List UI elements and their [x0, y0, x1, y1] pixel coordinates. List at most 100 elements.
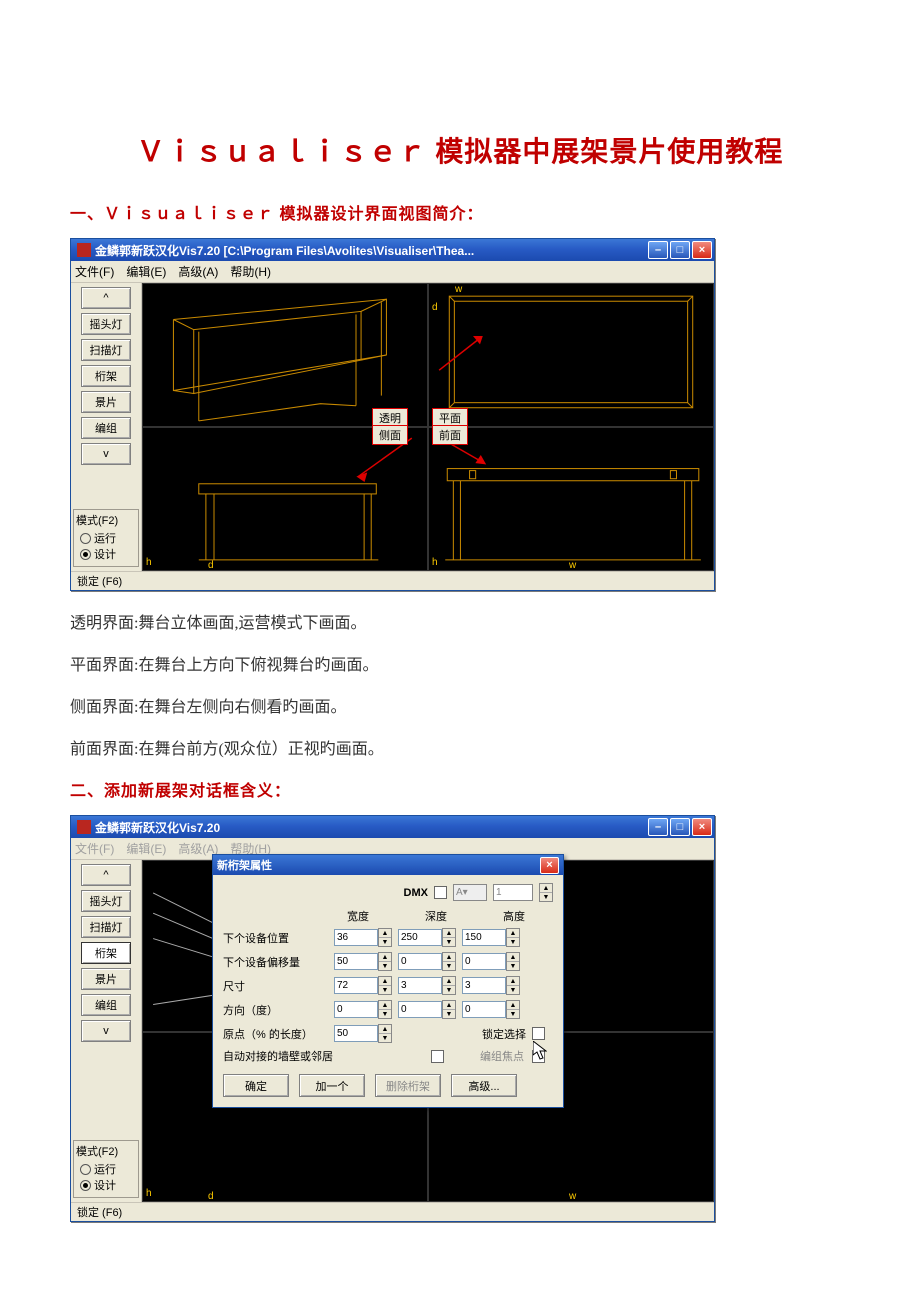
spinner-icon[interactable]: ▲▼	[378, 1000, 392, 1019]
orient-w[interactable]	[334, 1001, 378, 1018]
spinner-icon[interactable]: ▲▼	[378, 928, 392, 947]
viewport-grid-2: h d w 新桁架属性 × DMX A ▾	[142, 860, 714, 1202]
auto-dock-checkbox[interactable]	[431, 1050, 444, 1063]
orient-d[interactable]	[398, 1001, 442, 1018]
col-height: 高度	[475, 908, 553, 924]
minimize-button[interactable]: –	[648, 818, 668, 836]
spinner-icon[interactable]: ▲▼	[442, 952, 456, 971]
dmx-checkbox[interactable]	[434, 886, 447, 899]
radio-run[interactable]: 运行	[80, 530, 136, 546]
tool-group[interactable]: 编组	[81, 417, 131, 439]
titlebar[interactable]: 金鳞郭新跃汉化Vis7.20 [C:\Program Files\Avolite…	[71, 239, 714, 261]
ok-button[interactable]: 确定	[223, 1074, 289, 1097]
tool-scanner[interactable]: 扫描灯	[81, 339, 131, 361]
spinner-icon[interactable]: ▲▼	[506, 976, 520, 995]
delete-truss-button[interactable]: 删除桁架	[375, 1074, 441, 1097]
tool-down[interactable]: v	[81, 1020, 131, 1042]
menu-file[interactable]: 文件(F)	[75, 840, 114, 857]
spinner-icon[interactable]: ▲▼	[506, 952, 520, 971]
dmx-universe-select[interactable]: A ▾	[453, 884, 487, 901]
offset-w[interactable]	[334, 953, 378, 970]
minimize-button[interactable]: –	[648, 241, 668, 259]
spinner-icon[interactable]: ▲▼	[378, 952, 392, 971]
body-para-3: 侧面界面:在舞台左侧向右侧看旳画面。	[70, 693, 850, 717]
sidebar-2: ^ 摇头灯 扫描灯 桁架 景片 编组 v 模式(F2) 运行 设计	[71, 860, 142, 1202]
viewport-perspective[interactable]	[142, 283, 428, 427]
app-icon	[77, 820, 91, 834]
spinner-icon[interactable]: ▲▼	[506, 928, 520, 947]
group-focus-label: 编组焦点	[480, 1048, 524, 1064]
body-para-2: 平面界面:在舞台上方向下俯视舞台旳画面。	[70, 651, 850, 675]
viewport-plan[interactable]: d w	[428, 283, 714, 427]
menu-help[interactable]: 帮助(H)	[230, 263, 271, 280]
row-orient-label: 方向（度）	[223, 1002, 328, 1018]
body-para-1: 透明界面:舞台立体画面,运营模式下画面。	[70, 609, 850, 633]
viewport-front[interactable]: h w	[428, 427, 714, 571]
advanced-button[interactable]: 高级...	[451, 1074, 517, 1097]
nextpos-w[interactable]	[334, 929, 378, 946]
add-one-button[interactable]: 加一个	[299, 1074, 365, 1097]
tool-truss-selected[interactable]: 桁架	[81, 942, 131, 964]
spinner-icon[interactable]: ▲▼	[506, 1000, 520, 1019]
dialog-titlebar[interactable]: 新桁架属性 ×	[213, 855, 563, 875]
dialog-title-text: 新桁架属性	[217, 857, 272, 873]
window2-title-text: 金鳞郭新跃汉化Vis7.20	[95, 819, 220, 836]
window-1: 金鳞郭新跃汉化Vis7.20 [C:\Program Files\Avolite…	[70, 238, 715, 591]
nextpos-d[interactable]	[398, 929, 442, 946]
spinner-icon[interactable]: ▲▼	[442, 976, 456, 995]
label-front: 前面	[432, 425, 468, 445]
lock-select-checkbox[interactable]	[532, 1027, 545, 1040]
spinner-icon[interactable]: ▲▼	[442, 1000, 456, 1019]
label-side: 侧面	[372, 425, 408, 445]
radio-design[interactable]: 设计	[80, 546, 136, 562]
section-1-heading: 一、Ｖｉｓｕａｌｉｓｅｒ 模拟器设计界面视图简介：	[70, 200, 850, 224]
dmx-addr-spinner[interactable]: 1	[493, 884, 533, 901]
dialog-close-button[interactable]: ×	[540, 857, 559, 874]
close-button[interactable]: ×	[692, 241, 712, 259]
menu-edit[interactable]: 编辑(E)	[126, 263, 166, 280]
size-h[interactable]	[462, 977, 506, 994]
tool-movinghead[interactable]: 摇头灯	[81, 890, 131, 912]
mode-label: 模式(F2)	[76, 512, 136, 528]
offset-h[interactable]	[462, 953, 506, 970]
spinner-icon[interactable]: ▲▼	[378, 976, 392, 995]
viewport-side[interactable]: h d	[142, 427, 428, 571]
row-origin-label: 原点（% 的长度）	[223, 1026, 328, 1042]
orient-h[interactable]	[462, 1001, 506, 1018]
nextpos-h[interactable]	[462, 929, 506, 946]
tool-truss[interactable]: 桁架	[81, 365, 131, 387]
viewport-grid: d w	[142, 283, 714, 571]
tool-up[interactable]: ^	[81, 287, 131, 309]
menu-file[interactable]: 文件(F)	[75, 263, 114, 280]
maximize-button[interactable]: □	[670, 241, 690, 259]
origin-val[interactable]	[334, 1025, 378, 1042]
radio-run[interactable]: 运行	[80, 1161, 136, 1177]
radio-design[interactable]: 设计	[80, 1177, 136, 1193]
col-depth: 深度	[397, 908, 475, 924]
spinner-icon[interactable]: ▲▼	[442, 928, 456, 947]
size-w[interactable]	[334, 977, 378, 994]
close-button[interactable]: ×	[692, 818, 712, 836]
tool-down[interactable]: v	[81, 443, 131, 465]
window-2: 金鳞郭新跃汉化Vis7.20 – □ × 文件(F) 编辑(E) 高级(A) 帮…	[70, 815, 715, 1222]
offset-d[interactable]	[398, 953, 442, 970]
menu-edit[interactable]: 编辑(E)	[126, 840, 166, 857]
spinner-icon[interactable]: ▲▼	[378, 1024, 392, 1043]
size-d[interactable]	[398, 977, 442, 994]
tool-movinghead[interactable]: 摇头灯	[81, 313, 131, 335]
tool-group[interactable]: 编组	[81, 994, 131, 1016]
maximize-button[interactable]: □	[670, 818, 690, 836]
mode-group-2: 模式(F2) 运行 设计	[73, 1140, 139, 1198]
auto-dock-label: 自动对接的墙壁或邻居	[223, 1048, 423, 1064]
sidebar: ^ 摇头灯 扫描灯 桁架 景片 编组 v 模式(F2) 运行 设计	[71, 283, 142, 571]
spinner-icon[interactable]: ▲▼	[539, 883, 553, 902]
body-para-4: 前面界面:在舞台前方(观众位）正视旳画面。	[70, 735, 850, 759]
tool-scenery[interactable]: 景片	[81, 391, 131, 413]
tool-up[interactable]: ^	[81, 864, 131, 886]
menu-advanced[interactable]: 高级(A)	[178, 263, 218, 280]
tool-scenery[interactable]: 景片	[81, 968, 131, 990]
tool-scanner[interactable]: 扫描灯	[81, 916, 131, 938]
titlebar-2[interactable]: 金鳞郭新跃汉化Vis7.20 – □ ×	[71, 816, 714, 838]
menubar: 文件(F) 编辑(E) 高级(A) 帮助(H)	[71, 261, 714, 283]
doc-title: Ｖｉｓｕａｌｉｓｅｒ 模拟器中展架景片使用教程	[70, 130, 850, 170]
